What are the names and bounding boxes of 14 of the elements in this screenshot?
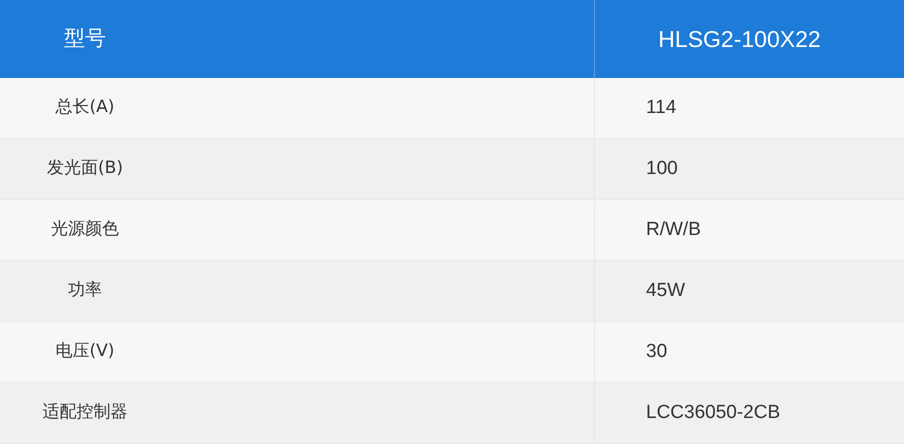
table-cell-text: LCC36050-2CB xyxy=(646,400,780,425)
table-cell-text: 30 xyxy=(646,340,668,364)
table-cell-text: 电压(V) xyxy=(54,340,116,364)
header-cell-text: HLSG2-100X22 xyxy=(658,24,822,54)
table-cell-text: 光源颜色 xyxy=(50,218,120,242)
table-cell-text: 适配控制器 xyxy=(42,401,128,424)
header-cell-text: 型号 xyxy=(63,25,107,52)
table-cell-text: 功率 xyxy=(67,279,103,302)
table-cell-text: 总长(A) xyxy=(54,96,116,120)
table-cell-text: 100 xyxy=(646,156,678,181)
table-cell-text: 发光面(B) xyxy=(46,157,124,180)
table-cell-text: R/W/B xyxy=(646,218,701,242)
table-cell-text: 45W xyxy=(646,278,686,303)
table-cell-text: 114 xyxy=(646,96,676,120)
